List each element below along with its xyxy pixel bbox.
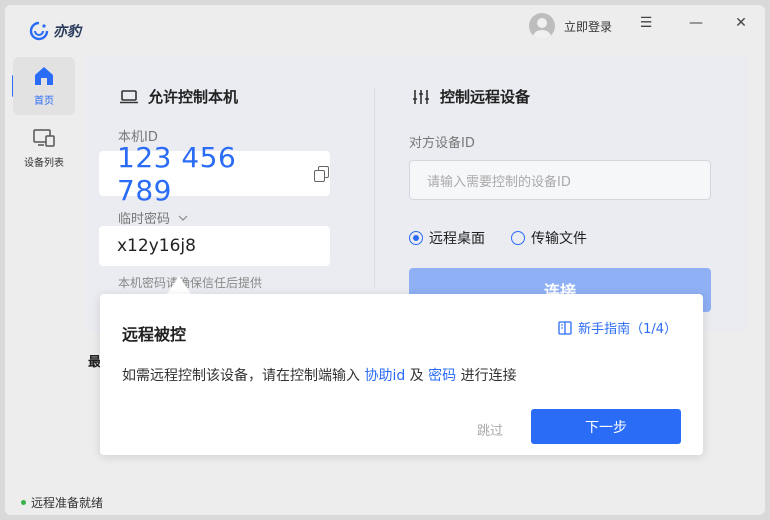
status-bar: 远程准备就绪 [21, 494, 103, 511]
book-icon [558, 320, 572, 335]
avatar[interactable] [529, 13, 555, 39]
local-title: 允许控制本机 [148, 88, 239, 106]
guide-text-part: 进行连接 [456, 368, 517, 384]
laptop-icon [120, 89, 138, 103]
device-list-icon [33, 128, 55, 147]
mode-desktop-radio[interactable]: 远程桌面 [409, 228, 485, 248]
app-window: 亦豹 立即登录 ☰ — ✕ 首页 设备列表 允许控制本机 本机ID 123 45… [5, 5, 765, 515]
password-label[interactable]: 临时密码 [118, 208, 188, 227]
password-value: x12y16j8 [117, 236, 196, 256]
local-id-value: 123 456 789 [117, 140, 237, 207]
sidebar-item-devices[interactable]: 设备列表 [13, 119, 75, 177]
password-label-text: 临时密码 [118, 212, 171, 227]
close-icon[interactable]: ✕ [729, 13, 753, 33]
copy-icon[interactable] [314, 165, 330, 182]
guide-text: 如需远程控制该设备，请在控制端输入 协助id 及 密码 进行连接 [122, 365, 517, 385]
guide-highlight-id: 协助id [364, 368, 406, 384]
radio-checked-icon[interactable] [409, 231, 423, 245]
guide-text-part: 如需远程控制该设备，请在控制端输入 [122, 368, 365, 384]
remote-id-input[interactable]: 请输入需要控制的设备ID [409, 160, 711, 200]
sidebar-item-label: 设备列表 [24, 157, 64, 169]
mode-file-radio[interactable]: 传输文件 [511, 228, 587, 248]
sidebar-item-label: 首页 [34, 95, 54, 107]
chevron-down-icon[interactable] [178, 215, 188, 221]
menu-icon[interactable]: ☰ [634, 13, 658, 33]
home-icon [35, 66, 53, 85]
sliders-icon [413, 89, 429, 104]
next-step-button[interactable]: 下一步 [531, 409, 681, 444]
app-name: 亦豹 [53, 24, 81, 40]
local-section-title: 允许控制本机 [120, 86, 238, 107]
popup-arrow [167, 276, 191, 294]
remote-section-title: 控制远程设备 [412, 86, 530, 107]
login-link[interactable]: 立即登录 [564, 18, 612, 35]
guide-highlight-password: 密码 [428, 368, 457, 384]
guide-title: 远程被控 [122, 325, 187, 344]
mode-selector: 远程桌面 传输文件 [409, 228, 587, 248]
section-divider [374, 87, 375, 287]
login-area[interactable]: 立即登录 [529, 13, 612, 39]
app-logo: 亦豹 [29, 21, 81, 41]
guide-link[interactable]: 新手指南（1/4） [558, 318, 677, 337]
remote-title: 控制远程设备 [440, 88, 531, 106]
minimize-icon[interactable]: — [684, 13, 708, 33]
status-text: 远程准备就绪 [31, 496, 104, 510]
password-box: x12y16j8 [99, 226, 330, 266]
guide-text-part: 及 [405, 368, 429, 384]
skip-button[interactable]: 跳过 [477, 420, 503, 439]
mode-desktop-label: 远程桌面 [429, 231, 485, 247]
radio-unchecked-icon[interactable] [511, 231, 525, 245]
remote-id-label: 对方设备ID [409, 136, 475, 151]
local-id-box: 123 456 789 [99, 141, 330, 207]
mode-file-label: 传输文件 [531, 231, 587, 247]
sidebar-item-home[interactable]: 首页 [13, 57, 75, 115]
guide-link-text[interactable]: 新手指南（1/4） [578, 318, 677, 337]
leopard-logo-icon [29, 21, 49, 41]
status-dot-icon [21, 500, 26, 505]
guide-popup: 远程被控 新手指南（1/4） 如需远程控制该设备，请在控制端输入 协助id 及 … [100, 294, 703, 455]
